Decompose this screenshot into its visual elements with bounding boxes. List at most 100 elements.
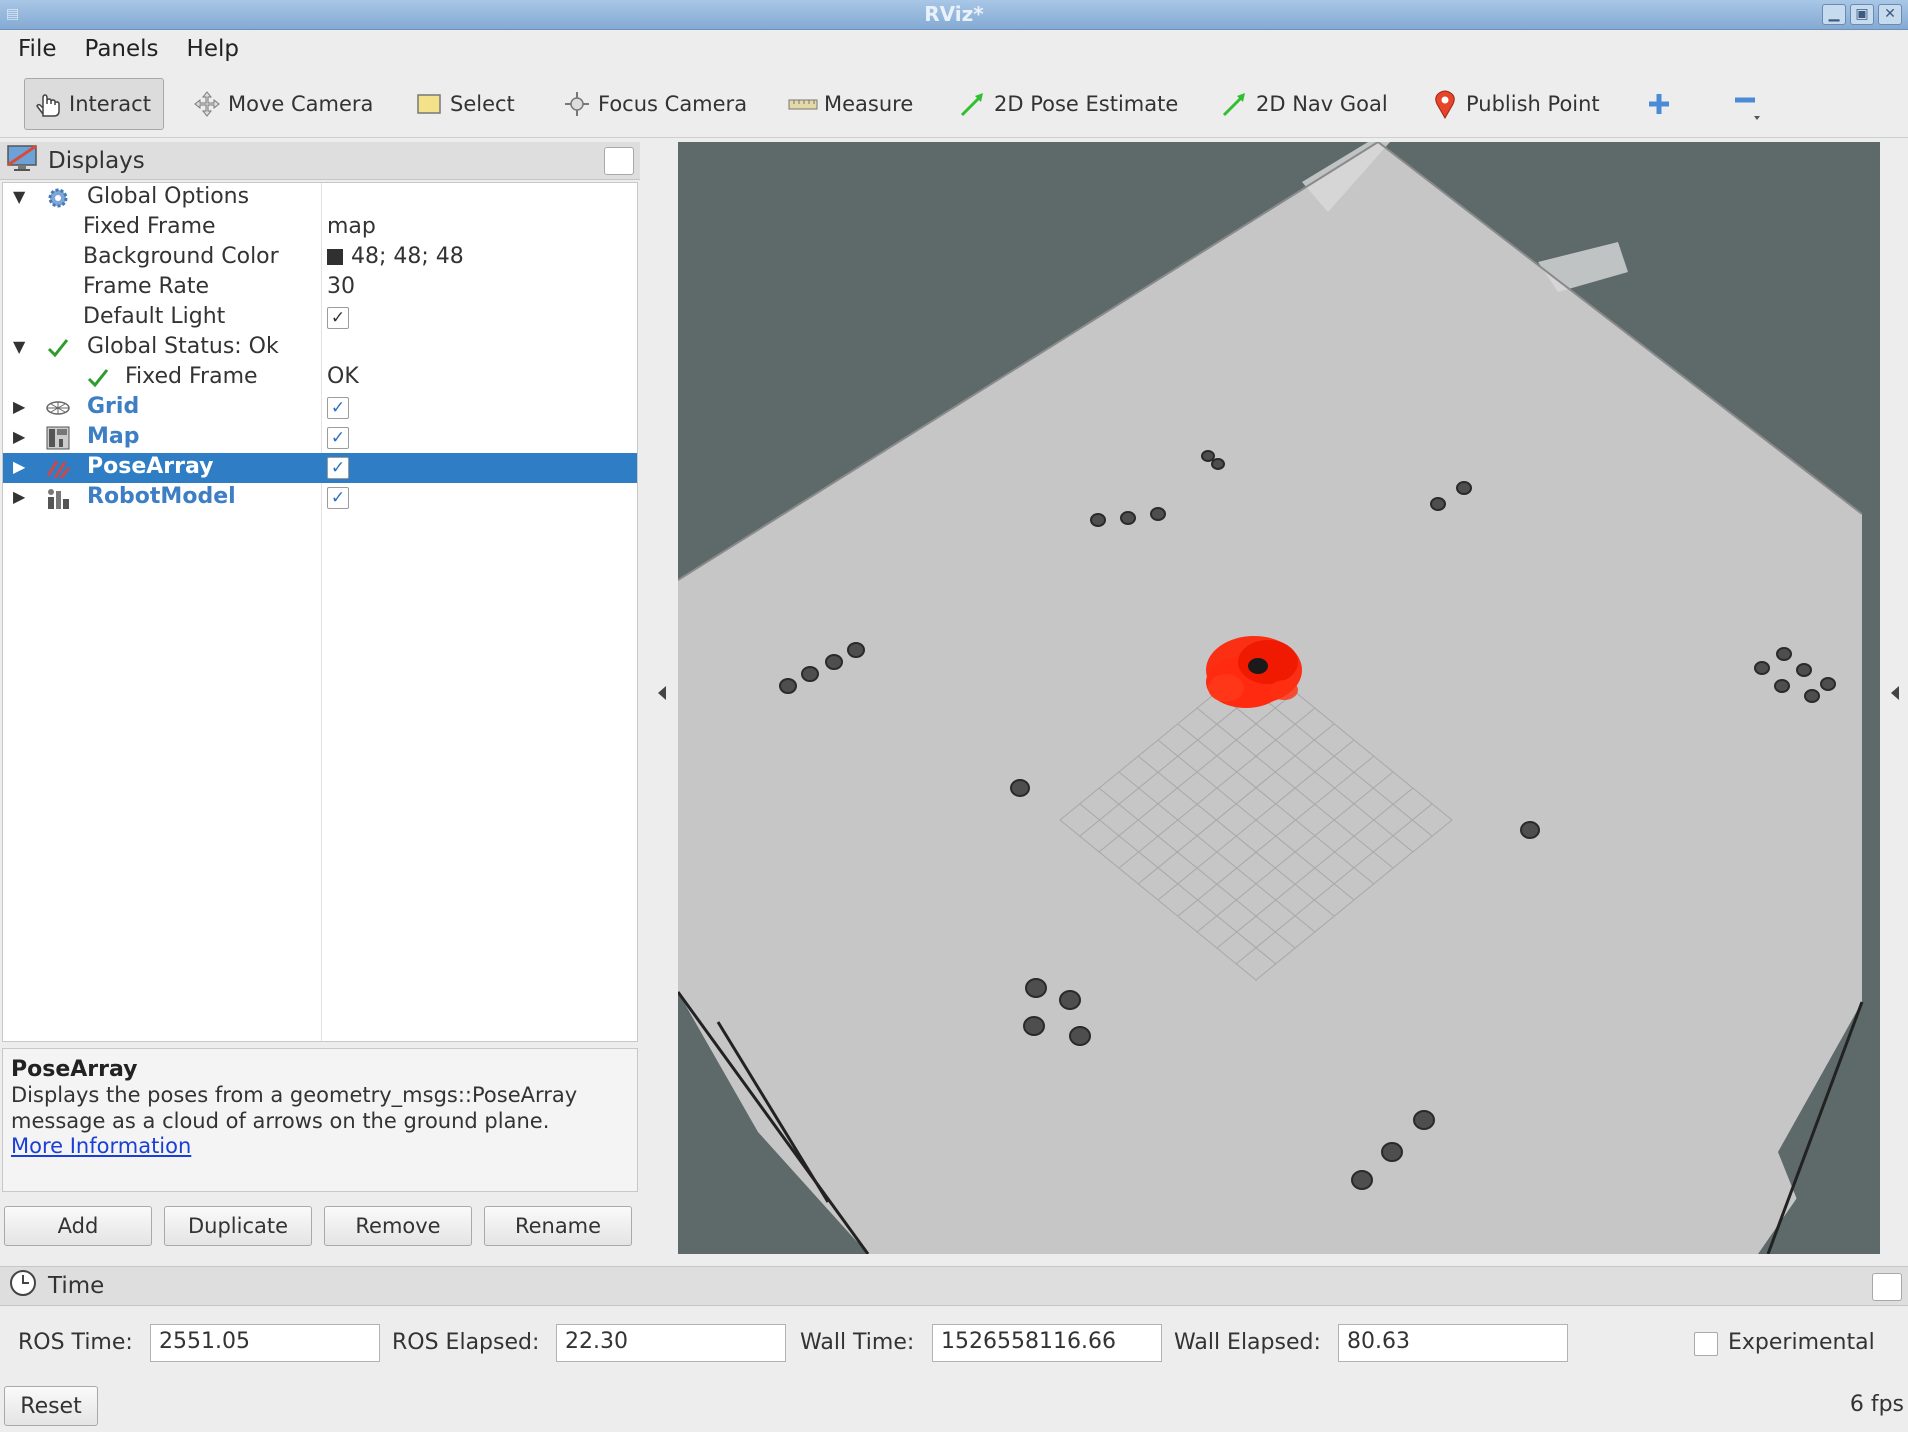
- monitor-icon: [6, 144, 38, 178]
- experimental-checkbox[interactable]: [1694, 1332, 1718, 1356]
- close-button[interactable]: ✕: [1878, 4, 1902, 25]
- collapse-left-arrow-icon[interactable]: [657, 682, 667, 707]
- tree-label: Map: [87, 424, 140, 449]
- wall-elapsed-field[interactable]: 80.63: [1338, 1324, 1568, 1362]
- tree-label: Global Status: Ok: [87, 334, 279, 359]
- collapse-right-arrow-icon[interactable]: [1890, 682, 1900, 707]
- expand-arrow-icon[interactable]: ▶: [13, 397, 25, 416]
- time-panel-header: Time: [0, 1266, 1908, 1306]
- tree-label: Grid: [87, 394, 140, 419]
- tool-2d-nav-goal[interactable]: 2D Nav Goal: [1220, 78, 1388, 130]
- grid-icon: [45, 396, 71, 420]
- ros-time-field[interactable]: 2551.05: [150, 1324, 380, 1362]
- status-value: OK: [327, 364, 359, 389]
- add-button[interactable]: Add: [4, 1206, 152, 1246]
- map-enabled-checkbox[interactable]: ✓: [327, 427, 349, 449]
- window-titlebar[interactable]: ▤ RViz* ▁ ▣ ✕: [0, 0, 1908, 30]
- tool-2d-pose-estimate[interactable]: 2D Pose Estimate: [958, 78, 1178, 130]
- robotmodel-enabled-checkbox[interactable]: ✓: [327, 487, 349, 509]
- tree-row-robotmodel[interactable]: ▶ RobotModel ✓: [3, 483, 637, 513]
- menu-bar: File Panels Help: [0, 30, 1908, 68]
- add-tool-button[interactable]: [1644, 78, 1680, 130]
- tool-move-camera-label: Move Camera: [228, 92, 374, 116]
- reset-button[interactable]: Reset: [4, 1386, 98, 1426]
- rename-button[interactable]: Rename: [484, 1206, 632, 1246]
- displays-tree[interactable]: ▼ Global Options Fixed Frame map Backgro…: [2, 182, 638, 1042]
- posearray-enabled-checkbox[interactable]: ✓: [327, 457, 349, 479]
- pose-array-particles: [1206, 636, 1302, 708]
- menu-panels[interactable]: Panels: [85, 36, 159, 62]
- tree-label: RobotModel: [87, 484, 236, 509]
- wall-elapsed-label: Wall Elapsed:: [1174, 1330, 1321, 1355]
- tree-label: PoseArray: [87, 454, 214, 479]
- tree-label: Default Light: [83, 304, 226, 329]
- time-undock-button[interactable]: [1872, 1273, 1902, 1301]
- ros-time-label: ROS Time:: [18, 1330, 133, 1355]
- duplicate-button[interactable]: Duplicate: [164, 1206, 312, 1246]
- tool-select-label: Select: [450, 92, 515, 116]
- background-color-text: 48; 48; 48: [351, 244, 464, 269]
- tool-publish-point[interactable]: Publish Point: [1430, 78, 1600, 130]
- expand-arrow-icon[interactable]: ▼: [13, 187, 25, 206]
- tool-focus-camera[interactable]: Focus Camera: [562, 78, 747, 130]
- ros-elapsed-label: ROS Elapsed:: [392, 1330, 540, 1355]
- select-box-icon: [414, 89, 444, 119]
- tree-row-map[interactable]: ▶ Map ✓: [3, 423, 637, 453]
- maximize-button[interactable]: ▣: [1850, 4, 1874, 25]
- default-light-checkbox[interactable]: ✓: [327, 307, 349, 329]
- tree-row-posearray[interactable]: ▶ PoseArray ✓: [3, 453, 637, 483]
- tree-label: Global Options: [87, 184, 250, 209]
- tree-row-default-light[interactable]: Default Light ✓: [3, 303, 637, 333]
- tree-label: Frame Rate: [83, 274, 209, 299]
- map-render: [678, 142, 1864, 1254]
- tool-interact[interactable]: Interact: [24, 78, 164, 130]
- ruler-icon: [788, 89, 818, 119]
- checkmark-icon: [85, 366, 111, 390]
- tree-label: Fixed Frame: [83, 214, 216, 239]
- tool-select[interactable]: Select: [414, 78, 515, 130]
- minimize-button[interactable]: ▁: [1822, 4, 1846, 25]
- expand-arrow-icon[interactable]: ▶: [13, 457, 25, 476]
- displays-button-row: Add Duplicate Remove Rename: [4, 1206, 640, 1246]
- tool-publish-point-label: Publish Point: [1466, 92, 1600, 116]
- more-information-link[interactable]: More Information: [11, 1134, 629, 1158]
- menu-help[interactable]: Help: [187, 36, 239, 62]
- grid-enabled-checkbox[interactable]: ✓: [327, 397, 349, 419]
- tree-label: Fixed Frame: [125, 364, 258, 389]
- background-color-value[interactable]: 48; 48; 48: [327, 244, 464, 269]
- expand-arrow-icon[interactable]: ▶: [13, 487, 25, 506]
- right-splitter[interactable]: [1884, 142, 1908, 1264]
- tool-2d-nav-goal-label: 2D Nav Goal: [1256, 92, 1388, 116]
- tree-row-global-status[interactable]: ▼ Global Status: Ok: [3, 333, 637, 363]
- tree-row-status-fixed-frame[interactable]: Fixed Frame OK: [3, 363, 637, 393]
- tree-row-global-options[interactable]: ▼ Global Options: [3, 183, 637, 213]
- tree-row-grid[interactable]: ▶ Grid ✓: [3, 393, 637, 423]
- tree-label: Background Color: [83, 244, 279, 269]
- description-title: PoseArray: [11, 1057, 138, 1082]
- menu-file[interactable]: File: [18, 36, 57, 62]
- tree-row-fixed-frame[interactable]: Fixed Frame map: [3, 213, 637, 243]
- panel-splitter[interactable]: [645, 142, 677, 1264]
- displays-undock-button[interactable]: [604, 147, 634, 175]
- ros-elapsed-field[interactable]: 22.30: [556, 1324, 786, 1362]
- frame-rate-value[interactable]: 30: [327, 274, 355, 299]
- tool-move-camera[interactable]: Move Camera: [192, 78, 373, 130]
- remove-tool-button[interactable]: [1732, 78, 1768, 130]
- wall-time-field[interactable]: 1526558116.66: [932, 1324, 1162, 1362]
- tree-row-background-color[interactable]: Background Color 48; 48; 48: [3, 243, 637, 273]
- fps-readout: 6 fps: [1849, 1392, 1904, 1417]
- hand-icon: [33, 89, 63, 119]
- status-row: Reset 6 fps: [0, 1384, 1908, 1430]
- description-line-1: Displays the poses from a geometry_msgs:…: [11, 1083, 578, 1107]
- tree-row-frame-rate[interactable]: Frame Rate 30: [3, 273, 637, 303]
- window-title: RViz*: [924, 2, 984, 26]
- time-panel-title: Time: [48, 1273, 105, 1299]
- fixed-frame-value[interactable]: map: [327, 214, 376, 239]
- remove-button[interactable]: Remove: [324, 1206, 472, 1246]
- tool-measure[interactable]: Measure: [788, 78, 913, 130]
- color-swatch: [327, 249, 343, 265]
- expand-arrow-icon[interactable]: ▼: [13, 337, 25, 356]
- render-viewport[interactable]: [678, 142, 1880, 1254]
- move-arrows-icon: [192, 89, 222, 119]
- expand-arrow-icon[interactable]: ▶: [13, 427, 25, 446]
